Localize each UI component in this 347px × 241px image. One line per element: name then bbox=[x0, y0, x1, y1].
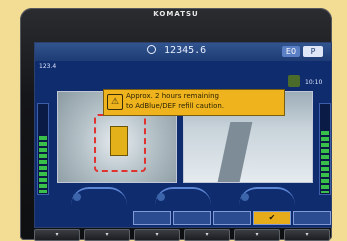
left-level-gauge bbox=[37, 103, 49, 195]
clock-icon bbox=[147, 45, 156, 54]
hardware-button-row: ▾ ▾ ▾ ▾ ▾ ▾ bbox=[34, 228, 330, 241]
hw-button-6[interactable]: ▾ bbox=[284, 229, 330, 241]
fkey-confirm[interactable]: ✔ bbox=[253, 211, 291, 225]
caution-line-2: to AdBlue/DEF refill caution. bbox=[126, 102, 225, 110]
fuel-icon bbox=[241, 193, 249, 201]
eco-badge: E0 bbox=[282, 46, 300, 57]
mode-badge: P bbox=[303, 46, 323, 57]
hour-meter-value: 12345.6 bbox=[164, 45, 207, 56]
hw-button-3[interactable]: ▾ bbox=[134, 229, 180, 241]
hw-button-5[interactable]: ▾ bbox=[234, 229, 280, 241]
fkey-5[interactable] bbox=[293, 211, 331, 225]
hour-meter: 12345.6 bbox=[147, 45, 277, 58]
status-bar: 12345.6 E0 P bbox=[35, 43, 331, 61]
function-key-bar: ✔ bbox=[133, 211, 331, 225]
rear-track bbox=[217, 122, 253, 182]
left-level-fill bbox=[39, 135, 47, 193]
right-level-gauge bbox=[319, 103, 331, 195]
right-level-fill bbox=[321, 131, 329, 193]
machine-outline bbox=[110, 126, 128, 156]
fkey-2[interactable] bbox=[173, 211, 211, 225]
fkey-1[interactable] bbox=[133, 211, 171, 225]
fuel-gauge bbox=[239, 187, 295, 205]
right-gauge-label: 10:10 bbox=[305, 79, 323, 86]
monitor-bezel: KOMATSU 12345.6 E0 P 123.4 10:10 ⚠ Appro… bbox=[20, 8, 332, 241]
caution-line-1: Approx. 2 hours remaining bbox=[126, 92, 219, 100]
warning-icon: ⚠ bbox=[107, 94, 123, 110]
mini-gauges bbox=[71, 187, 297, 207]
hydraulic-gauge bbox=[155, 187, 211, 205]
coolant-gauge bbox=[71, 187, 127, 205]
hw-button-2[interactable]: ▾ bbox=[84, 229, 130, 241]
operator-icon bbox=[288, 75, 300, 87]
hw-button-1[interactable]: ▾ bbox=[34, 229, 80, 241]
hydraulic-icon bbox=[157, 193, 165, 201]
display-screen: 12345.6 E0 P 123.4 10:10 ⚠ Approx. 2 hou… bbox=[34, 42, 332, 228]
coolant-icon bbox=[73, 193, 81, 201]
fkey-3[interactable] bbox=[213, 211, 251, 225]
hw-button-4[interactable]: ▾ bbox=[184, 229, 230, 241]
left-gauge-label: 123.4 bbox=[39, 63, 57, 70]
caution-popup: ⚠ Approx. 2 hours remaining to AdBlue/DE… bbox=[103, 89, 285, 116]
brand-logo: KOMATSU bbox=[153, 10, 199, 18]
